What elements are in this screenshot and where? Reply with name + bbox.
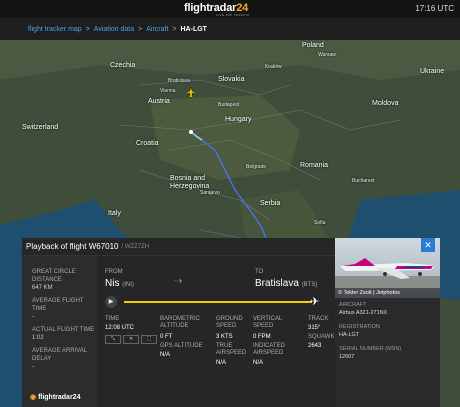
to-code: (BTS) (301, 282, 318, 288)
breadcrumb-aircraft[interactable]: Aircraft (146, 26, 168, 33)
registration-value: HA-LGT (339, 332, 360, 338)
map-label-bosnia: Bosnia and Herzegovina (170, 175, 210, 190)
top-bar: flightradar24 LIVE AIR TRAFFIC 17:16 UTC (0, 0, 460, 18)
gps-altitude-value: N/A (160, 352, 171, 358)
from-code: (INI) (122, 282, 134, 288)
squawk-value: 2643 (308, 343, 322, 349)
x-control[interactable]: ✕ (123, 335, 139, 344)
playback-panel: Playback of flight W67010 / WZZ7ZH GREAT… (22, 238, 335, 407)
map-city-sofia: Sofia (314, 220, 326, 226)
breadcrumb: flight tracker map > Aviation data > Air… (0, 18, 460, 40)
map-city-sarajevo: Sarajevo (200, 190, 220, 196)
map-label-romania: Romania (300, 162, 329, 169)
gps-altitude-label: GPS ALTITUDE (160, 343, 203, 349)
map-city-bucharest: Bucharest (352, 178, 375, 184)
footer-logo-text: flightradar24 (38, 394, 81, 401)
track-label: TRACK (308, 316, 329, 322)
indicated-airspeed-label: INDICATED AIRSPEED (253, 343, 285, 356)
to-label: TO (255, 269, 264, 275)
map-label-switzerland: Switzerland (22, 124, 59, 131)
breadcrumb-separator: > (172, 25, 177, 33)
actual-flight-time-label: ACTUAL FLIGHT TIME (32, 327, 95, 333)
playback-title: Playback of flight W67010 (26, 242, 119, 251)
to-airport[interactable]: Bratislava (BTS) (255, 278, 317, 289)
map-city-krakow: Kraków (265, 64, 282, 70)
serial-number-value: 12607 (339, 354, 355, 360)
from-city: Nis (105, 278, 120, 289)
actual-flight-time-value: 1:02 (32, 335, 44, 341)
map-label-serbia: Serbia (260, 200, 281, 207)
breadcrumb-current: HA-LGT (180, 25, 207, 33)
great-circle-value: 647 KM (32, 285, 53, 291)
map-city-bratislava: Bratislava (168, 78, 190, 84)
to-city: Bratislava (255, 278, 299, 289)
play-button[interactable]: ▶ (105, 296, 117, 308)
map-label-hungary: Hungary (225, 116, 252, 123)
map-city-belgrade: Belgrade (246, 164, 267, 170)
ground-speed-label: GROUND SPEED (216, 316, 243, 329)
track-value: 315° (308, 325, 321, 331)
squawk-label: SQUAWK (308, 334, 335, 340)
great-circle-label: GREAT CIRCLE DISTANCE (32, 269, 76, 283)
breadcrumb-flight-tracker-map[interactable]: flight tracker map (28, 26, 82, 33)
time-value: 12:08 UTC (105, 325, 135, 331)
expand-control[interactable]: ⤡ (105, 335, 121, 344)
breadcrumb-aviation-data[interactable]: Aviation data (94, 26, 134, 33)
avg-arrival-delay-value: - (32, 364, 34, 370)
aircraft-info-panel: © Tekler Zsolt | Jetphotos AIRCRAFT Airb… (335, 238, 440, 407)
footer-logo: ◉ flightradar24 (30, 393, 80, 401)
close-icon: ✕ (424, 240, 432, 250)
fullscreen-control[interactable]: ⛶ (141, 335, 157, 344)
playback-timeline[interactable] (124, 301, 312, 303)
logo-subtitle: LIVE AIR TRAFFIC (216, 13, 250, 17)
ground-speed-value: 3 KTS (216, 334, 233, 340)
map-label-ukraine: Ukraine (420, 68, 445, 75)
footer-logo-icon: ◉ (30, 394, 37, 401)
from-airport[interactable]: Nis (INI) (105, 278, 134, 289)
breadcrumb-separator: > (138, 25, 143, 33)
flight-summary: GREAT CIRCLE DISTANCE 647 KM AVERAGE FLI… (22, 256, 97, 407)
route-arrow-icon: ⇢ (174, 276, 183, 287)
map-label-italy: Italy (108, 210, 121, 217)
breadcrumb-separator: > (85, 25, 90, 33)
map-city-warsaw: Warsaw (318, 52, 336, 58)
map-city-vienna: Vienna (160, 88, 176, 94)
playback-header: Playback of flight W67010 / WZZ7ZH (22, 238, 335, 256)
callsign: / WZZ7ZH (121, 243, 150, 250)
indicated-airspeed-value: N/A (253, 360, 264, 366)
destination-marker (189, 130, 193, 134)
map-label-croatia: Croatia (136, 140, 159, 147)
avg-flight-time-label: AVERAGE FLIGHT TIME (32, 298, 84, 312)
registration-label: REGISTRATION (339, 324, 380, 330)
map-label-czechia: Czechia (110, 62, 136, 69)
map-label-slovakia: Slovakia (218, 76, 245, 83)
map-city-budapest: Budapest (218, 102, 240, 108)
time-label: TIME (105, 316, 120, 322)
map-label-moldova: Moldova (372, 100, 399, 107)
true-airspeed-label: TRUE AIRSPEED (216, 343, 247, 356)
avg-arrival-delay-label: AVERAGE ARRIVAL DELAY (32, 348, 87, 362)
play-icon: ▶ (108, 299, 114, 305)
playback-progress-fill (124, 301, 312, 303)
aircraft-type-label: AIRCRAFT (339, 302, 367, 308)
close-button[interactable]: ✕ (421, 238, 435, 252)
utc-clock: 17:16 UTC (415, 4, 454, 13)
vertical-speed-value: 0 FPM (253, 334, 271, 340)
plane-progress-icon: ✈ (310, 296, 320, 308)
aircraft-type-value: Airbus A321-271NX (339, 310, 388, 316)
map-label-austria: Austria (148, 98, 170, 105)
true-airspeed-value: N/A (216, 360, 227, 366)
vertical-speed-label: VERTICAL SPEED (253, 316, 283, 329)
map-label-poland: Poland (302, 42, 324, 49)
serial-number-label: SERIAL NUMBER (MSN) (339, 346, 402, 352)
baro-altitude-value: 0 FT (160, 334, 173, 340)
avg-flight-time-value: - (32, 314, 34, 320)
baro-altitude-label: BAROMETRIC ALTITUDE (160, 316, 201, 329)
photo-credit[interactable]: © Tekler Zsolt | Jetphotos (335, 288, 440, 298)
from-label: FROM (105, 269, 123, 275)
